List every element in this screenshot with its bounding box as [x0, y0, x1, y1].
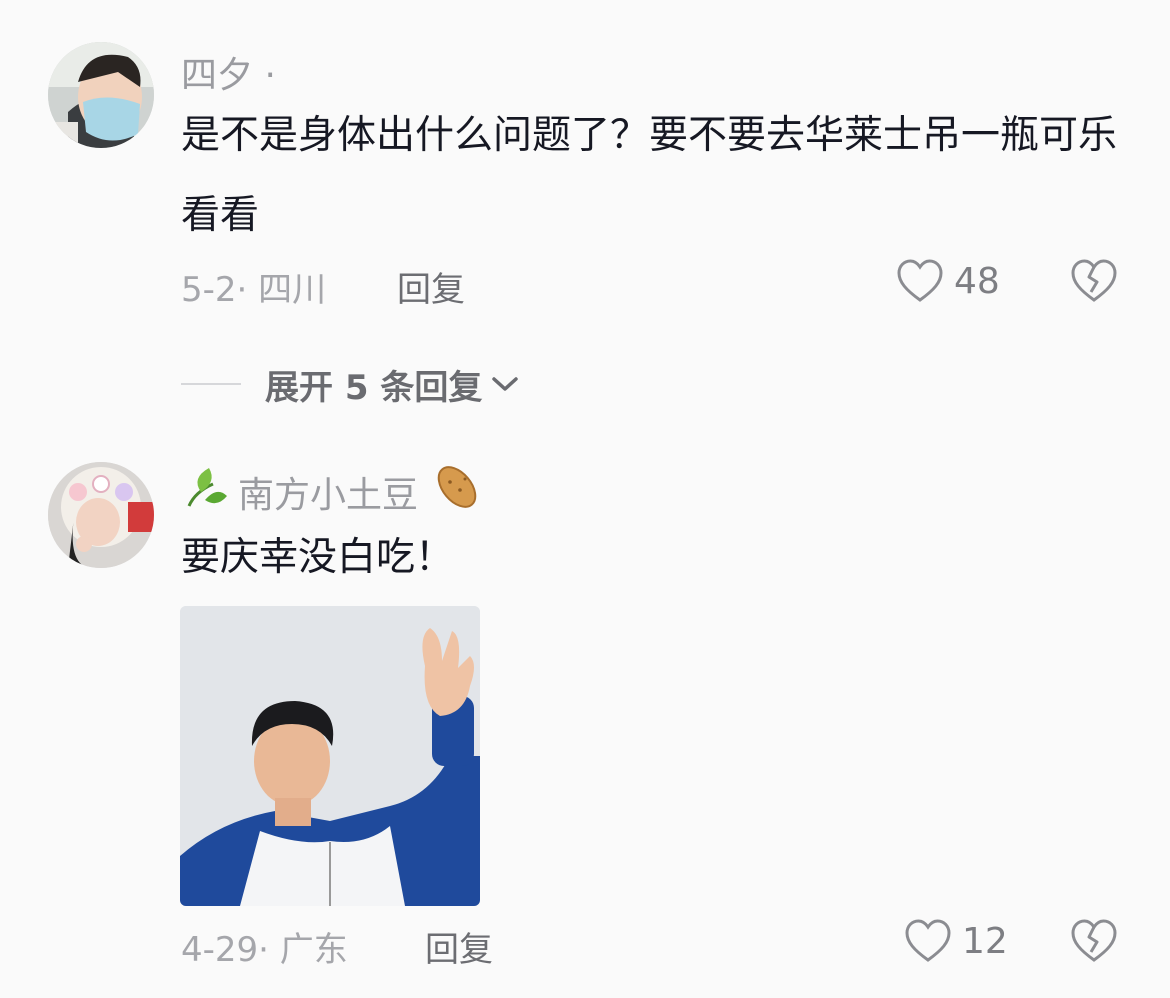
- avatar-masked-person-icon: [48, 42, 154, 148]
- broken-heart-icon: [1071, 259, 1117, 302]
- dislike-button[interactable]: [1070, 918, 1118, 968]
- divider: [181, 383, 241, 385]
- avatar[interactable]: [48, 42, 154, 148]
- expand-replies[interactable]: 展开 5 条回复: [181, 360, 520, 408]
- like-button[interactable]: 12: [904, 918, 1008, 964]
- reply-button[interactable]: 回复: [425, 922, 493, 971]
- heart-icon: [897, 259, 943, 302]
- username[interactable]: 南方小土豆: [238, 466, 418, 518]
- username[interactable]: 四夕 ·: [181, 46, 276, 98]
- avatar-furry-hood-person-icon: [48, 462, 154, 568]
- comment-meta: 5-2· 四川: [181, 270, 327, 310]
- comment-text: 要庆幸没白吃！: [181, 535, 455, 580]
- expand-replies-label: 展开 5 条回复: [265, 367, 483, 408]
- chevron-down-icon: [492, 377, 519, 391]
- comment-meta: 4-29· 广东: [181, 930, 348, 970]
- reply-button[interactable]: 回复: [397, 262, 465, 311]
- comment-text: 是不是身体出什么问题了？要不要去华莱士吊一瓶可乐看看: [181, 113, 1118, 238]
- like-count: 48: [954, 260, 1000, 302]
- comment-image[interactable]: [180, 606, 480, 906]
- dislike-button[interactable]: [1070, 258, 1118, 308]
- waving-man-photo-icon: [180, 606, 480, 906]
- avatar[interactable]: [48, 462, 154, 568]
- leaf-emoji-icon: [181, 462, 231, 516]
- potato-emoji-icon: [432, 462, 482, 516]
- like-button[interactable]: 48: [896, 258, 1000, 304]
- like-count: 12: [962, 920, 1008, 962]
- heart-icon: [905, 919, 951, 962]
- broken-heart-icon: [1071, 919, 1117, 962]
